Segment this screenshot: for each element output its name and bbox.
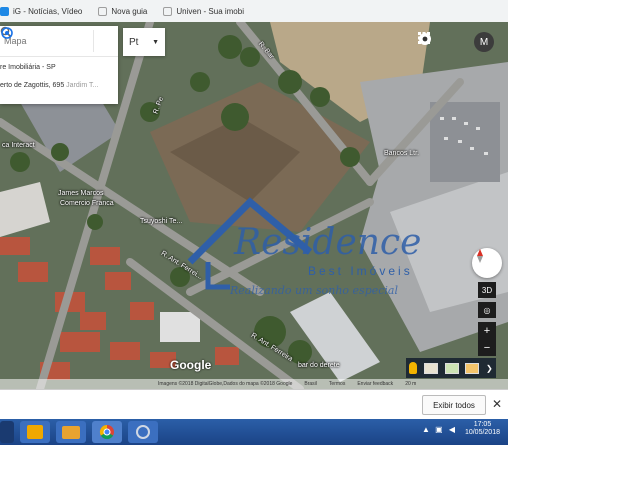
taskbar: ▲ ▣ ◀ 17:05 10/05/2018	[0, 419, 508, 445]
bookmark-label: iG - Notícias, Vídeo	[13, 6, 83, 16]
compass-icon	[477, 249, 483, 263]
watermark-tagline: Best Imóveis	[308, 264, 413, 278]
avatar[interactable]: M	[474, 32, 494, 52]
google-logo: Google	[170, 358, 212, 372]
start-button[interactable]	[0, 421, 14, 443]
result-line: re Imobiliária - SP	[0, 64, 56, 71]
rotate-button[interactable]: ◎	[478, 302, 496, 318]
system-tray: ▲ ▣ ◀ 17:05 10/05/2018	[422, 421, 500, 438]
zoom-out-button[interactable]: −	[478, 339, 496, 356]
folder-icon[interactable]	[56, 421, 86, 443]
attribution-text: Imagens ©2018 DigitalGlobe,Dados do mapa…	[158, 381, 293, 387]
traffic-thumbnail[interactable]	[465, 362, 480, 374]
poi-label: bar do derete	[298, 362, 340, 369]
satellite-map[interactable]: R. Pe R. Bar ca Interact James Marcos Co…	[0, 22, 508, 389]
watermark-brand: Residence	[234, 222, 422, 263]
watermark-logo: Residence Best Imóveis Realizando um son…	[180, 192, 450, 302]
settings-icon[interactable]	[128, 421, 158, 443]
outlook-icon[interactable]	[20, 421, 50, 443]
terrain-thumbnail[interactable]	[444, 362, 459, 374]
network-icon[interactable]: ▣	[435, 425, 443, 434]
watermark-slogan: Realizando um sonho especial	[230, 284, 399, 297]
clock-date: 10/05/2018	[464, 429, 500, 437]
map-thumbnail[interactable]	[423, 362, 438, 374]
result-line: erto de Zagottis, 695 Jardim T...	[0, 81, 114, 91]
poi-label: Bancos Ltr.	[384, 150, 420, 157]
show-all-button[interactable]: Exibir todos	[422, 395, 486, 415]
search-row	[0, 26, 118, 57]
ig-icon	[0, 6, 9, 16]
compass-button[interactable]	[472, 248, 502, 278]
zoom-controls: + −	[478, 322, 496, 356]
notifications-button[interactable]	[419, 33, 464, 51]
rotate-icon: ◎	[483, 305, 491, 315]
bookmark-univen[interactable]: Univen - Sua imobi	[163, 6, 244, 16]
scale-label: 20 m	[405, 381, 417, 387]
bookmark-ig[interactable]: iG - Notícias, Vídeo	[0, 6, 83, 16]
feedback-link[interactable]: Enviar feedback	[357, 381, 393, 387]
zoom-in-button[interactable]: +	[478, 322, 496, 339]
download-bar: Exibir todos ✕	[0, 389, 508, 420]
pegman-icon[interactable]	[409, 362, 418, 374]
view-3d-button[interactable]: 3D	[478, 282, 496, 298]
result-address: erto de Zagottis, 695	[0, 81, 65, 89]
page-icon	[163, 6, 173, 16]
account-controls: M	[418, 32, 494, 52]
chrome-icon[interactable]	[92, 421, 122, 443]
caret-down-icon: ▼	[152, 38, 159, 46]
clock[interactable]: 17:05 10/05/2018	[465, 421, 500, 438]
expand-icon[interactable]: ❯	[486, 364, 493, 373]
bookmark-nova-guia[interactable]: Nova guia	[98, 6, 148, 16]
directions-button[interactable]	[1, 27, 118, 52]
close-icon[interactable]: ✕	[490, 395, 504, 413]
poi-label: ca Interact	[2, 142, 35, 149]
chevron-up-icon[interactable]: ▲	[422, 425, 430, 434]
poi-label: James Marcos	[58, 190, 104, 197]
search-panel: re Imobiliária - SP erto de Zagottis, 69…	[0, 26, 118, 104]
chrome-logo-icon	[99, 424, 114, 440]
screen: iG - Notícias, Vídeo Nova guia Univen - …	[0, 0, 508, 445]
result-area: Jardim T...	[64, 81, 99, 89]
page-icon	[98, 6, 108, 16]
layer-switcher: ❯	[406, 358, 496, 378]
notification-icon	[419, 33, 431, 45]
bookmark-label: Nova guia	[111, 6, 148, 16]
clock-time: 17:05	[473, 421, 492, 428]
poi-label: Tsuyoshi Te...	[140, 218, 183, 225]
map-attribution: Imagens ©2018 DigitalGlobe,Dados do mapa…	[0, 379, 508, 389]
attribution-country: Brasil	[304, 381, 317, 387]
search-button[interactable]	[0, 26, 93, 52]
bookmarks-bar: iG - Notícias, Vídeo Nova guia Univen - …	[0, 0, 508, 23]
search-result[interactable]: re Imobiliária - SP erto de Zagottis, 69…	[0, 57, 118, 91]
volume-icon[interactable]: ◀	[448, 425, 456, 434]
bookmark-label: Univen - Sua imobi	[176, 6, 244, 16]
language-value: Pt	[129, 36, 139, 48]
poi-label: Comercio Franca	[60, 200, 114, 207]
language-select[interactable]: Pt ▼	[123, 28, 165, 56]
terms-link[interactable]: Termos	[329, 381, 345, 387]
directions-icon	[1, 27, 13, 39]
